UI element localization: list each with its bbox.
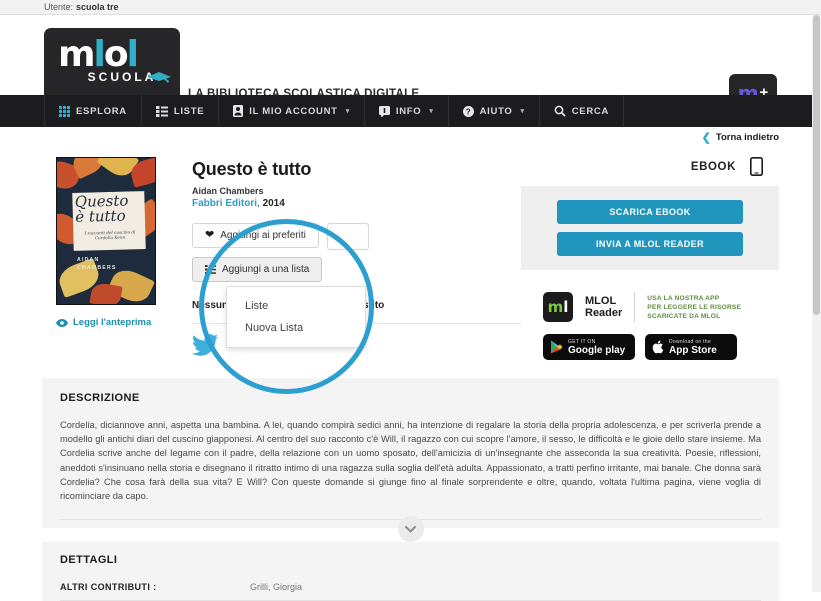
promo-text: USA LA NOSTRA APP PER LEGGERE LE RISORSE S…	[647, 294, 742, 320]
add-to-favorites-button[interactable]: ❤ Aggiungi ai preferiti	[192, 223, 319, 248]
list-dropdown-menu: Liste Nuova Lista	[226, 286, 366, 348]
format-header: EBOOK	[521, 157, 779, 176]
graduation-cap-icon	[147, 72, 171, 83]
main-navigation: ESPLORA LISTE IL MIO ACCOUNT ▾ INFO ▾ ?	[0, 95, 821, 130]
nav-item-aiuto[interactable]: ? AIUTO ▾	[449, 95, 540, 127]
chevron-down-icon: ▾	[520, 108, 525, 115]
app-store-badges: GET IT ON Google play Download on the Ap…	[521, 334, 779, 360]
download-panel: SCARICA EBOOK INVIA A MLOL READER	[521, 186, 779, 270]
apple-icon	[652, 340, 664, 354]
google-play-label: Google play	[568, 344, 626, 356]
promo-brand-line2: Reader	[585, 307, 623, 319]
nav-label-esplora: ESPLORA	[76, 105, 127, 117]
nav-label-cerca: CERCA	[571, 105, 610, 117]
read-preview-label: Leggi l'anteprima	[73, 317, 152, 328]
mlol-reader-app-icon: ml	[543, 292, 573, 322]
detail-value: Grilli, Giorgia	[250, 582, 303, 593]
info-icon	[378, 105, 390, 117]
chevron-down-icon: ▾	[429, 108, 434, 115]
cover-column: Questo è tutto I racconti del cuscino di …	[42, 149, 192, 360]
back-link[interactable]: ❮ Torna indietro	[702, 131, 779, 144]
nav-label-il-mio-account: IL MIO ACCOUNT	[249, 105, 338, 117]
search-icon	[554, 105, 566, 117]
book-year: 2014	[262, 198, 285, 209]
app-store-label: App Store	[669, 344, 717, 356]
tablet-icon	[750, 157, 763, 176]
list-icon	[155, 105, 168, 117]
site-header: mlol SCUOLA LA BIBLIOTECA SCOLASTICA DIG…	[0, 15, 821, 111]
app-store-small-text: Download on the	[669, 338, 712, 345]
logo-wordmark: mlol	[58, 34, 139, 75]
nav-item-esplora[interactable]: ESPLORA	[44, 95, 142, 130]
vertical-scrollbar[interactable]	[812, 15, 821, 592]
add-to-list-label: Aggiungi a una lista	[222, 264, 310, 275]
twitter-icon[interactable]	[192, 334, 218, 356]
back-link-row: ❮ Torna indietro	[0, 127, 821, 149]
detail-key: ALTRI CONTRIBUTI :	[60, 582, 157, 593]
promo-divider	[634, 292, 636, 322]
grid-icon	[59, 105, 70, 117]
promo-brand-line1: MLOL	[585, 295, 617, 307]
add-to-list-button[interactable]: Aggiungi a una lista	[192, 257, 323, 282]
nav-item-il-mio-account[interactable]: IL MIO ACCOUNT ▾	[219, 95, 365, 127]
user-bar-username: scuola tre	[76, 2, 119, 12]
mlol-scuola-logo[interactable]: mlol SCUOLA	[44, 28, 180, 96]
nav-label-info: INFO	[395, 105, 422, 117]
nav-item-info[interactable]: INFO ▾	[365, 95, 449, 127]
app-store-badge[interactable]: Download on the App Store	[645, 334, 737, 360]
cover-author: AIDAN CHAMBERS	[77, 257, 117, 271]
book-cover-image[interactable]: Questo è tutto I racconti del cuscino di …	[56, 157, 156, 305]
mlol-reader-brand: MLOL Reader	[585, 295, 622, 319]
google-play-icon	[551, 340, 563, 354]
google-play-badge[interactable]: GET IT ON Google play	[543, 334, 635, 360]
nav-item-cerca[interactable]: CERCA	[540, 95, 625, 127]
add-to-favorites-label: Aggiungi ai preferiti	[220, 230, 306, 241]
details-section: DETTAGLI ALTRI CONTRIBUTI : Grilli, Gior…	[42, 542, 779, 601]
details-heading: DETTAGLI	[60, 554, 118, 567]
list-button-row: Aggiungi a una lista	[192, 257, 521, 282]
nav-label-liste: LISTE	[173, 105, 205, 117]
user-bar: Utente: scuola tre	[0, 0, 821, 15]
chevron-down-icon	[405, 525, 416, 533]
read-preview-link[interactable]: Leggi l'anteprima	[56, 317, 192, 328]
format-label: EBOOK	[690, 160, 736, 173]
nav-item-liste[interactable]: LISTE	[142, 95, 220, 127]
description-section: DESCRIZIONE Cordelia, diciannove anni, a…	[42, 378, 779, 543]
download-ebook-button[interactable]: SCARICA EBOOK	[557, 200, 743, 224]
action-button-row: ❤ Aggiungi ai preferiti	[192, 223, 521, 250]
user-bar-label: Utente:	[44, 2, 74, 12]
book-author: Aidan Chambers	[192, 186, 264, 196]
chevron-left-icon: ❮	[701, 132, 711, 144]
book-publication: Fabbri Editori, 2014	[192, 198, 285, 209]
description-heading: DESCRIZIONE	[60, 392, 140, 404]
send-to-mlol-reader-button[interactable]: INVIA A MLOL READER	[557, 232, 743, 256]
list-icon	[205, 265, 216, 274]
book-info-column: Questo è tutto Aidan Chambers Fabbri Edi…	[192, 149, 521, 360]
dropdown-item-liste[interactable]: Liste	[227, 295, 365, 317]
back-link-label: Torna indietro	[715, 132, 779, 143]
account-icon	[233, 105, 244, 117]
expand-description-button[interactable]	[397, 516, 424, 543]
cover-title: Questo è tutto	[74, 191, 129, 226]
book-publisher-link[interactable]: Fabbri Editori	[192, 198, 257, 209]
description-text: Cordelia, diciannove anni, aspetta una b…	[60, 420, 761, 502]
main-content: Questo è tutto I racconti del cuscino di …	[0, 149, 821, 360]
mlol-reader-promo: ml MLOL Reader USA LA NOSTRA APP PER LEGG…	[521, 292, 779, 322]
dropdown-item-nuova-lista[interactable]: Nuova Lista	[227, 317, 365, 339]
nav-label-aiuto: AIUTO	[479, 105, 513, 117]
scrollbar-thumb[interactable]	[813, 15, 820, 315]
page-title: Questo è tutto	[192, 159, 312, 179]
cover-subtitle: I racconti del cuscino di Cordelia Kenn	[84, 229, 136, 241]
sidebar-column: EBOOK SCARICA EBOOK INVIA A MLOL READER …	[521, 149, 779, 360]
help-icon: ?	[462, 105, 474, 117]
svg-text:?: ?	[465, 107, 471, 116]
heart-icon: ❤	[205, 229, 215, 241]
eye-icon	[56, 318, 68, 327]
chevron-down-icon: ▾	[345, 108, 350, 115]
share-button[interactable]	[326, 223, 369, 250]
